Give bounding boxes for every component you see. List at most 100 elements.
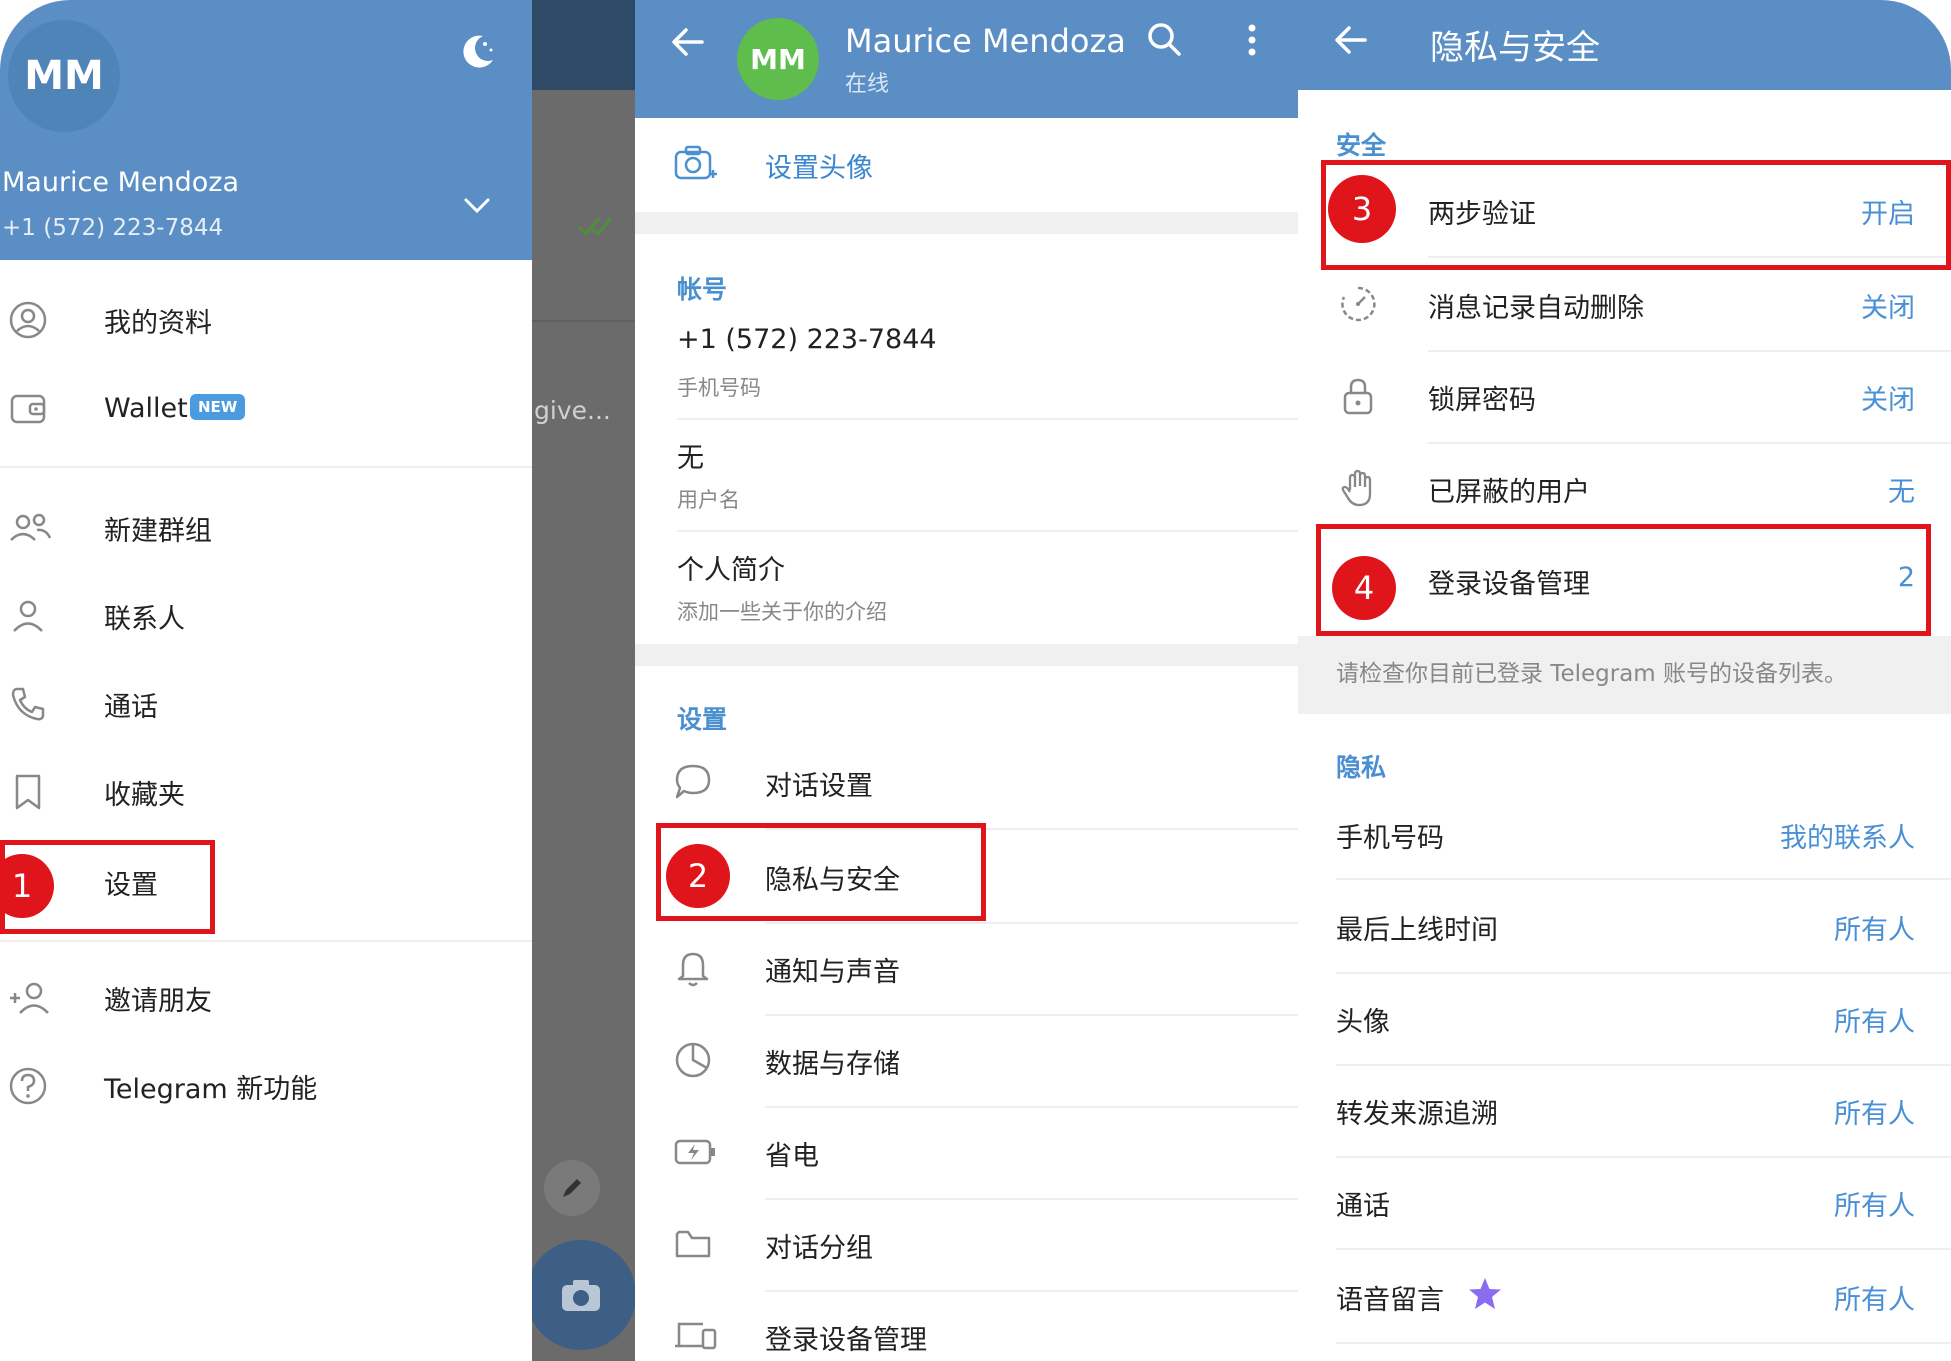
step-3-highlight — [1321, 160, 1951, 270]
phone-number-caption: 手机号码 — [677, 376, 761, 400]
security-item-value: 关闭 — [1861, 293, 1915, 324]
avatar[interactable]: MM — [8, 20, 120, 132]
settings-item-power-saving[interactable]: 省电 — [635, 1106, 1298, 1198]
new-badge: NEW — [190, 394, 246, 420]
privacy-item-value: 所有人 — [1834, 1099, 1915, 1130]
drawer-header: MM Maurice Mendoza +1 (572) 223-7844 — [0, 0, 532, 260]
step-4-badge: 4 — [1332, 556, 1396, 620]
settings-item-label: 对话分组 — [765, 1233, 873, 1264]
premium-star-icon — [1466, 1276, 1504, 1312]
drawer-item-saved[interactable]: 收藏夹 — [0, 752, 532, 832]
settings-item-data-storage[interactable]: 数据与存储 — [635, 1014, 1298, 1106]
chat-bubble-icon — [673, 762, 713, 802]
drawer-item-contacts[interactable]: 联系人 — [0, 576, 532, 656]
privacy-item-label: 最后上线时间 — [1336, 915, 1498, 946]
drawer-item-label: 邀请朋友 — [104, 985, 212, 1017]
pencil-icon — [563, 1179, 581, 1197]
security-item-label: 已屏蔽的用户 — [1428, 477, 1590, 508]
section-separator — [635, 644, 1298, 666]
phone-icon — [8, 684, 48, 724]
settings-item-label: 对话设置 — [765, 771, 873, 802]
bio-value: 个人简介 — [677, 555, 785, 586]
privacy-item-calls[interactable]: 通话 所有人 — [1298, 1156, 1951, 1248]
avatar[interactable]: MM — [737, 18, 819, 100]
privacy-security-screen: 隐私与安全 安全 两步验证 开启 消息记录自动删除 关闭 锁屏密码 关闭 已屏蔽… — [1298, 0, 1951, 1361]
privacy-item-forwards[interactable]: 转发来源追溯 所有人 — [1298, 1064, 1951, 1156]
divider — [677, 530, 1298, 532]
privacy-item-label: 转发来源追溯 — [1336, 1099, 1498, 1130]
pie-chart-icon — [673, 1040, 713, 1080]
privacy-item-profile-photo[interactable]: 头像 所有人 — [1298, 972, 1951, 1064]
privacy-section-title: 隐私 — [1336, 753, 1387, 782]
drawer-user-name: Maurice Mendoza — [2, 167, 239, 198]
drawer-item-invite-friends[interactable]: 邀请朋友 — [0, 958, 532, 1038]
divider — [1336, 1342, 1951, 1344]
devices-hint-text: 请检查你目前已登录 Telegram 账号的设备列表。 — [1336, 661, 1848, 687]
chat-preview-text: give... — [534, 396, 611, 425]
drawer-item-calls[interactable]: 通话 — [0, 664, 532, 744]
privacy-item-label: 语音留言 — [1336, 1285, 1444, 1316]
settings-item-chat[interactable]: 对话设置 — [635, 736, 1298, 828]
privacy-item-value: 所有人 — [1834, 1007, 1915, 1038]
camera-button[interactable] — [532, 1240, 635, 1350]
set-profile-photo-button[interactable]: 设置头像 — [635, 118, 1298, 210]
username-value: 无 — [677, 443, 704, 474]
settings-item-notifications[interactable]: 通知与声音 — [635, 922, 1298, 1014]
profile-icon — [8, 300, 48, 340]
settings-item-label: 登录设备管理 — [765, 1325, 927, 1356]
privacy-item-last-seen[interactable]: 最后上线时间 所有人 — [1298, 880, 1951, 972]
folder-icon — [673, 1224, 713, 1264]
drawer-item-label: 收藏夹 — [104, 779, 185, 811]
chat-list-header — [532, 0, 635, 90]
step-3-badge: 3 — [1328, 175, 1396, 243]
settings-item-chat-folders[interactable]: 对话分组 — [635, 1198, 1298, 1290]
edit-button[interactable] — [544, 1160, 600, 1216]
phone-number-value: +1 (572) 223-7844 — [677, 324, 937, 355]
security-item-value: 关闭 — [1861, 385, 1915, 416]
back-arrow-icon[interactable] — [1333, 22, 1369, 58]
privacy-item-value: 所有人 — [1834, 1285, 1915, 1316]
security-item-auto-delete[interactable]: 消息记录自动删除 关闭 — [1298, 258, 1951, 350]
profile-name: Maurice Mendoza — [845, 22, 1126, 60]
bio-row[interactable]: 个人简介 添加一些关于你的介绍 — [635, 542, 1298, 642]
bookmark-icon — [8, 772, 48, 812]
divider — [0, 466, 532, 468]
security-item-blocked-users[interactable]: 已屏蔽的用户 无 — [1298, 442, 1951, 534]
privacy-item-voice-messages[interactable]: 语音留言 所有人 — [1298, 1250, 1951, 1342]
username-row[interactable]: 无 用户名 — [635, 430, 1298, 530]
privacy-item-label: 通话 — [1336, 1191, 1390, 1222]
chevron-down-icon[interactable] — [462, 196, 492, 216]
group-icon — [8, 508, 52, 548]
settings-item-label: 数据与存储 — [765, 1049, 900, 1080]
bio-caption: 添加一些关于你的介绍 — [677, 600, 887, 624]
settings-screen: MM Maurice Mendoza 在线 设置头像 帐号 +1 (572) 2… — [635, 0, 1298, 1361]
night-mode-icon[interactable] — [455, 30, 499, 74]
drawer-item-label: 通话 — [104, 691, 158, 723]
help-icon — [8, 1066, 48, 1106]
privacy-item-value: 所有人 — [1834, 915, 1915, 946]
settings-section-title: 设置 — [677, 705, 728, 734]
bell-icon — [673, 948, 713, 988]
privacy-item-value: 所有人 — [1834, 1191, 1915, 1222]
drawer-item-my-profile[interactable]: 我的资料 — [0, 280, 532, 360]
security-item-passcode[interactable]: 锁屏密码 关闭 — [1298, 350, 1951, 442]
search-icon[interactable] — [1145, 20, 1185, 60]
drawer-item-new-group[interactable]: 新建群组 — [0, 488, 532, 568]
drawer-item-label: Telegram 新功能 — [104, 1073, 318, 1105]
privacy-item-phone-number[interactable]: 手机号码 我的联系人 — [1298, 788, 1951, 880]
read-check-icon — [577, 215, 617, 237]
settings-item-label: 通知与声音 — [765, 957, 900, 988]
add-person-icon — [8, 978, 49, 1018]
drawer-item-wallet[interactable]: Wallet NEW — [0, 368, 532, 448]
more-vertical-icon[interactable] — [1245, 22, 1259, 62]
phone-number-row[interactable]: +1 (572) 223-7844 手机号码 — [635, 318, 1298, 418]
security-item-label: 锁屏密码 — [1428, 385, 1536, 416]
divider — [677, 418, 1298, 420]
drawer-item-label: 我的资料 — [104, 307, 212, 339]
security-item-label: 消息记录自动删除 — [1428, 293, 1644, 324]
lock-icon — [1338, 376, 1378, 416]
back-arrow-icon[interactable] — [670, 24, 706, 60]
security-item-value: 无 — [1888, 477, 1915, 508]
drawer-item-telegram-features[interactable]: Telegram 新功能 — [0, 1046, 532, 1126]
settings-item-devices[interactable]: 登录设备管理 — [635, 1290, 1298, 1361]
